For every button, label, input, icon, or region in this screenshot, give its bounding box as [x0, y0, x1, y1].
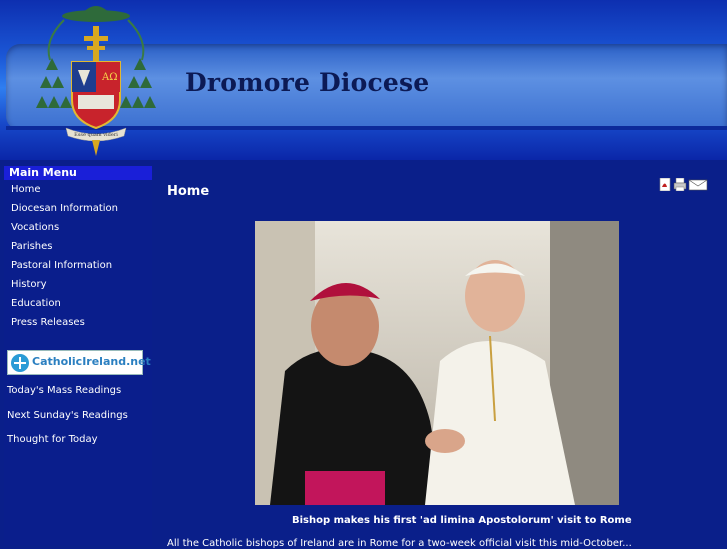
- svg-text:Esse quam videri: Esse quam videri: [74, 132, 118, 138]
- sidebar-item-education[interactable]: Education: [11, 298, 61, 309]
- todays-mass-readings-link[interactable]: Today's Mass Readings: [7, 385, 121, 396]
- thought-for-today-link[interactable]: Thought for Today: [7, 434, 98, 445]
- page-title: Home: [167, 184, 210, 199]
- sidebar-item-parishes[interactable]: Parishes: [11, 241, 53, 252]
- catholicireland-banner-link[interactable]: CatholicIreland.net: [7, 350, 151, 375]
- sidebar-item-vocations[interactable]: Vocations: [11, 222, 59, 233]
- pdf-icon[interactable]: [658, 178, 672, 191]
- print-icon[interactable]: [673, 178, 687, 191]
- photo-caption: Bishop makes his first 'ad limina Aposto…: [292, 515, 632, 526]
- svg-text:AΩ: AΩ: [101, 72, 118, 83]
- article-intro-text: All the Catholic bishops of Ireland are …: [167, 538, 632, 549]
- banner-text: CatholicIreland.net: [32, 355, 151, 368]
- sidebar-item-press-releases[interactable]: Press Releases: [11, 317, 85, 328]
- cross-circle-icon: [11, 354, 29, 372]
- next-sundays-readings-link[interactable]: Next Sunday's Readings: [7, 410, 128, 421]
- email-icon[interactable]: [688, 178, 708, 191]
- diocese-crest-logo: AΩ Esse quam videri: [36, 6, 156, 156]
- sidebar-item-pastoral-information[interactable]: Pastoral Information: [11, 260, 112, 271]
- sidebar-item-history[interactable]: History: [11, 279, 47, 290]
- sidebar-item-diocesan-information[interactable]: Diocesan Information: [11, 203, 118, 214]
- bishop-and-pope-photo: [255, 221, 619, 505]
- sidebar-item-home[interactable]: Home: [11, 184, 41, 195]
- main-menu-title: Main Menu: [4, 166, 152, 180]
- site-title: Dromore Diocese: [185, 68, 430, 97]
